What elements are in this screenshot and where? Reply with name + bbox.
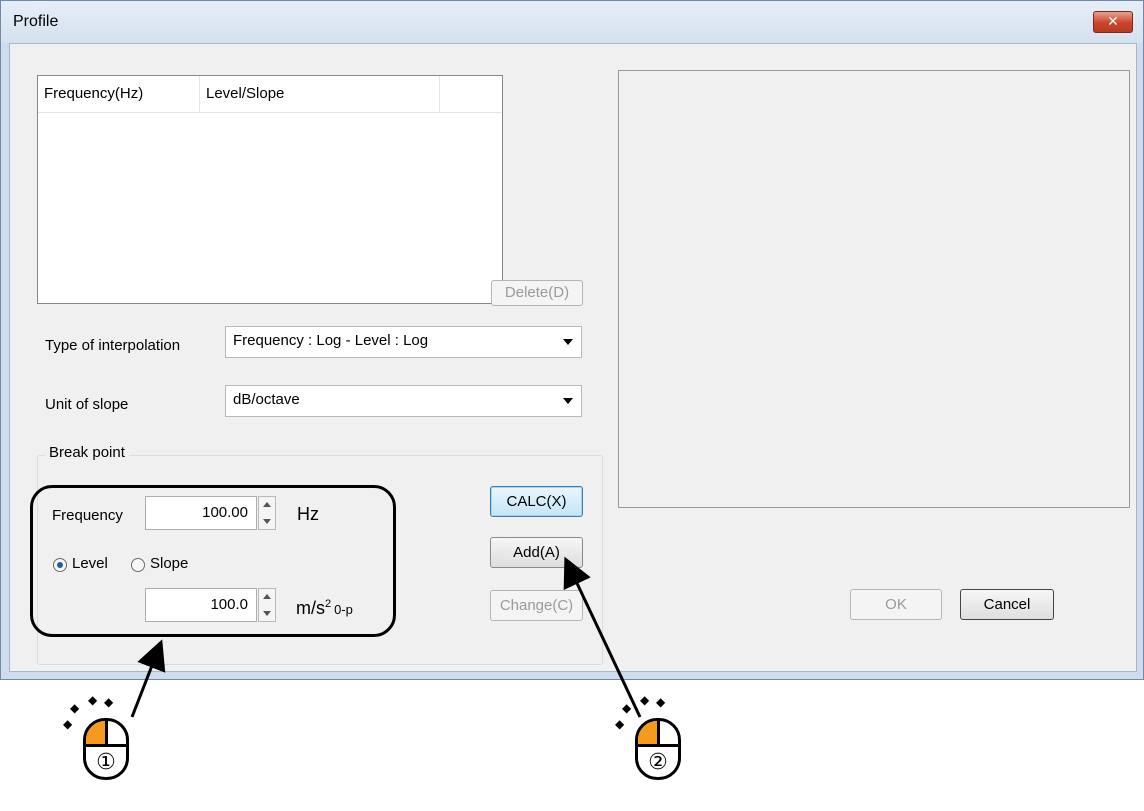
sparkle-icon: ◆ (88, 693, 98, 707)
sparkle-icon: ◆ (622, 701, 632, 715)
sparkle-icon: ◆ (63, 717, 73, 731)
step-number: ① (96, 749, 116, 774)
arrow-to-add-button (563, 556, 642, 718)
sparkle-icon: ◆ (104, 695, 114, 709)
step-number: ② (648, 749, 668, 774)
sparkle-icon: ◆ (615, 717, 625, 731)
annotation-arrows (130, 556, 642, 718)
arrow-to-breakpoint (130, 639, 166, 718)
sparkle-icon: ◆ (656, 695, 666, 709)
mouse-left-click-icon: ① (83, 718, 129, 780)
sparkle-icon: ◆ (70, 701, 80, 715)
sparkle-icon: ◆ (640, 693, 650, 707)
mouse-left-click-icon: ② (635, 718, 681, 780)
